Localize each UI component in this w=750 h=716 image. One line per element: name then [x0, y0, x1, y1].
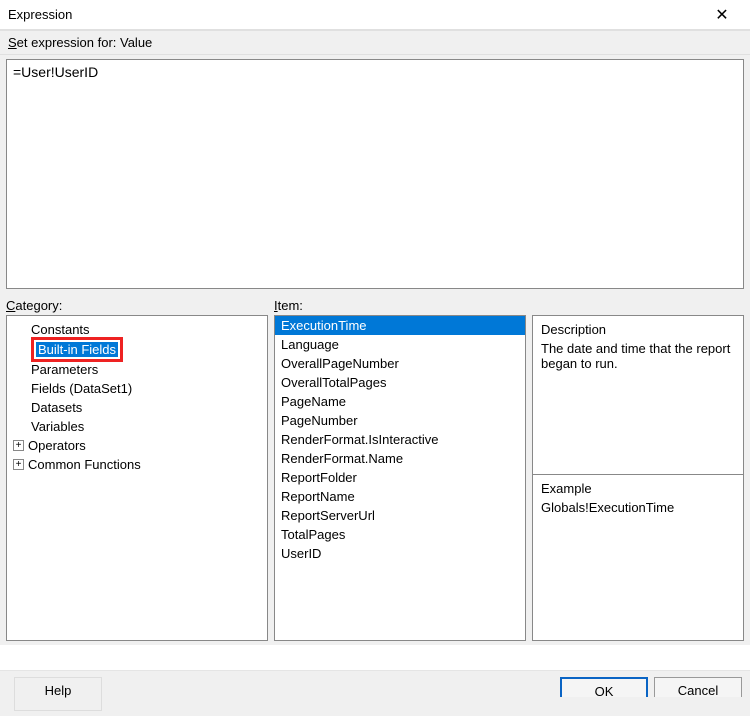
category-item[interactable]: Variables: [9, 417, 265, 436]
item-label: Item:: [274, 298, 526, 313]
category-item-label: Datasets: [31, 398, 82, 417]
category-item[interactable]: + Common Functions: [9, 455, 265, 474]
category-item[interactable]: Built-in Fields: [9, 339, 265, 360]
category-item-label: Built-in Fields: [36, 342, 118, 357]
category-tree[interactable]: ConstantsBuilt-in FieldsParametersFields…: [6, 315, 268, 641]
list-item[interactable]: PageName: [275, 392, 525, 411]
item-list[interactable]: ExecutionTimeLanguageOverallPageNumberOv…: [274, 315, 526, 641]
expression-editor[interactable]: [6, 59, 744, 289]
list-item[interactable]: ReportServerUrl: [275, 506, 525, 525]
category-label: Category:: [6, 298, 268, 313]
category-item[interactable]: Fields (DataSet1): [9, 379, 265, 398]
ok-button[interactable]: OK: [560, 677, 648, 697]
list-item[interactable]: Language: [275, 335, 525, 354]
close-icon[interactable]: ✕: [702, 5, 742, 25]
accelerator-s: S: [8, 35, 17, 50]
description-heading: [532, 298, 744, 313]
highlighted-category: Built-in Fields: [31, 337, 123, 362]
category-item-label: Fields (DataSet1): [31, 379, 132, 398]
list-item[interactable]: OverallPageNumber: [275, 354, 525, 373]
example-panel: Example Globals!ExecutionTime: [532, 475, 744, 641]
category-item[interactable]: + Operators: [9, 436, 265, 455]
list-item[interactable]: TotalPages: [275, 525, 525, 544]
category-item[interactable]: Parameters: [9, 360, 265, 379]
category-item-label: Parameters: [31, 360, 98, 379]
category-item-label: Operators: [28, 436, 86, 455]
list-item[interactable]: ReportFolder: [275, 468, 525, 487]
example-title: Example: [541, 481, 735, 496]
list-item[interactable]: OverallTotalPages: [275, 373, 525, 392]
list-item[interactable]: RenderFormat.IsInteractive: [275, 430, 525, 449]
window-title: Expression: [8, 7, 702, 22]
help-button[interactable]: Help: [14, 677, 102, 711]
category-item-label: Variables: [31, 417, 84, 436]
description-panel: Description The date and time that the r…: [532, 315, 744, 475]
set-expression-label: Set expression for: Value: [0, 30, 750, 55]
list-item[interactable]: ExecutionTime: [275, 316, 525, 335]
example-text: Globals!ExecutionTime: [541, 500, 735, 515]
list-item[interactable]: PageNumber: [275, 411, 525, 430]
list-item[interactable]: ReportName: [275, 487, 525, 506]
list-item[interactable]: UserID: [275, 544, 525, 563]
cancel-button[interactable]: Cancel: [654, 677, 742, 697]
description-title: Description: [541, 322, 735, 337]
expand-icon[interactable]: +: [13, 459, 24, 470]
expand-icon[interactable]: +: [13, 440, 24, 451]
list-item[interactable]: RenderFormat.Name: [275, 449, 525, 468]
category-item-label: Common Functions: [28, 455, 141, 474]
description-text: The date and time that the report began …: [541, 341, 735, 371]
category-item[interactable]: Datasets: [9, 398, 265, 417]
